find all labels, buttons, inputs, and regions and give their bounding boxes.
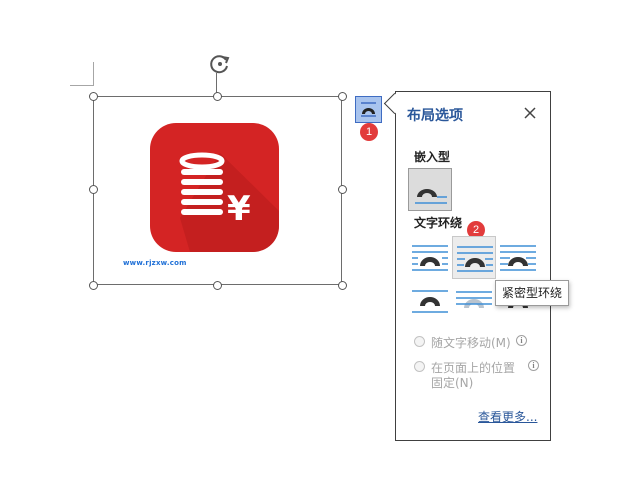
- fix-position-label-line2: 固定(N): [431, 376, 474, 390]
- square-wrap-option[interactable]: [408, 236, 452, 279]
- resize-handle-top[interactable]: [213, 92, 222, 101]
- move-with-text-radio[interactable]: [414, 336, 425, 347]
- resize-handle-top-right[interactable]: [338, 92, 347, 101]
- inline-layout-icon: [415, 189, 447, 204]
- resize-handle-bottom[interactable]: [213, 281, 222, 290]
- coins-yuan-icon: ¥: [150, 123, 279, 252]
- panel-title: 布局选项: [407, 108, 463, 124]
- info-icon[interactable]: i: [528, 360, 539, 371]
- resize-handle-bottom-right[interactable]: [338, 281, 347, 290]
- top-bottom-wrap-option[interactable]: [408, 282, 452, 325]
- tight-wrap-tooltip: 紧密型环绕: [495, 280, 570, 306]
- section-title-wrap: 文字环绕: [414, 216, 463, 230]
- section-title-inline: 嵌入型: [414, 150, 451, 164]
- behind-text-icon: [456, 291, 492, 308]
- tight-wrap-icon: [457, 246, 493, 272]
- watermark-text: www.rjzxw.com: [123, 259, 187, 267]
- info-icon[interactable]: i: [516, 335, 527, 346]
- layout-options-button[interactable]: [355, 96, 382, 123]
- callout-badge-1: 1: [360, 123, 378, 141]
- square-wrap-icon: [412, 245, 448, 271]
- close-icon[interactable]: [521, 104, 539, 122]
- margin-mark: [93, 62, 94, 86]
- margin-mark: [70, 85, 94, 86]
- layout-options-icon: [361, 102, 376, 117]
- see-more-link[interactable]: 查看更多...: [478, 408, 537, 425]
- rotate-handle-icon[interactable]: [207, 51, 233, 77]
- resize-handle-right[interactable]: [338, 185, 347, 194]
- through-wrap-option[interactable]: [496, 236, 540, 279]
- fix-position-radio[interactable]: [414, 361, 425, 372]
- resize-handle-top-left[interactable]: [89, 92, 98, 101]
- inline-option[interactable]: [408, 168, 452, 211]
- behind-text-option[interactable]: [452, 282, 496, 325]
- tight-wrap-option[interactable]: [452, 236, 496, 279]
- resize-handle-left[interactable]: [89, 185, 98, 194]
- svg-text:¥: ¥: [227, 189, 251, 229]
- top-bottom-wrap-icon: [412, 290, 448, 313]
- through-wrap-icon: [500, 245, 536, 271]
- resize-handle-bottom-left[interactable]: [89, 281, 98, 290]
- move-with-text-label: 随文字移动(M): [431, 336, 511, 350]
